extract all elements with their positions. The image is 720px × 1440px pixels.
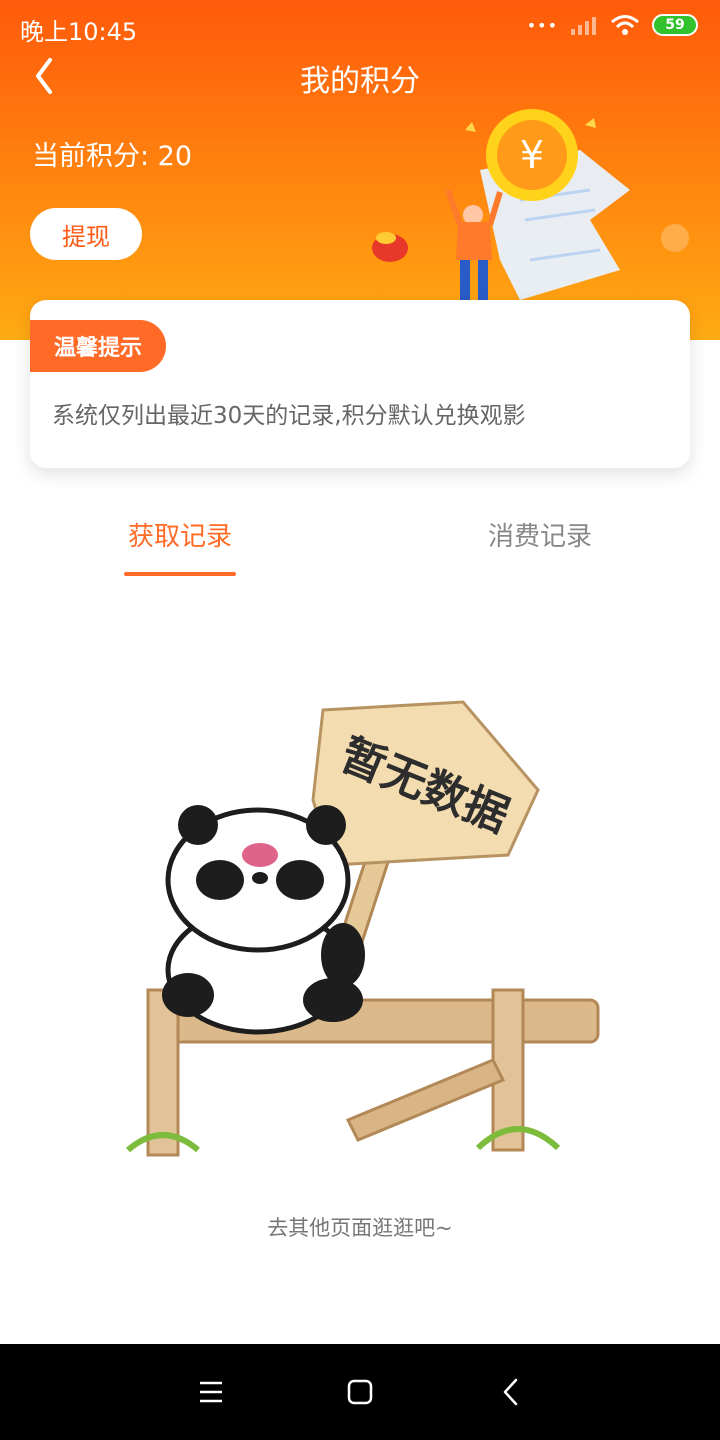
svg-text:¥: ¥	[520, 133, 544, 177]
tab-spend-records[interactable]: 消费记录	[420, 516, 660, 553]
page-title: 我的积分	[300, 64, 420, 99]
notice-badge: 温馨提示	[30, 320, 166, 372]
menu-icon[interactable]	[191, 1372, 231, 1412]
status-dots: •••	[526, 15, 558, 35]
signal-icon	[571, 17, 596, 35]
withdraw-button[interactable]: 提现	[30, 208, 142, 260]
empty-panda-illustration: 暂无数据	[126, 700, 600, 1157]
tab-earn-records[interactable]: 获取记录	[60, 516, 300, 553]
wifi-icon	[611, 15, 639, 35]
status-icons: ••• 59	[527, 14, 698, 36]
tab-active-indicator	[124, 572, 236, 576]
empty-state-message: 去其他页面逛逛吧~	[267, 1216, 453, 1240]
notice-card: 温馨提示 系统仅列出最近30天的记录,积分默认兑换观影	[30, 300, 690, 468]
battery-indicator: 59	[652, 14, 698, 36]
current-points: 当前积分: 20	[32, 141, 193, 172]
nav-back-icon[interactable]	[492, 1372, 532, 1412]
home-square-icon[interactable]	[340, 1372, 380, 1412]
status-bar: 晚上10:45 ••• 59	[0, 0, 720, 52]
record-tabs: 获取记录 消费记录	[0, 500, 720, 580]
notice-text: 系统仅列出最近30天的记录,积分默认兑换观影	[52, 403, 526, 429]
system-navigation-bar	[0, 1344, 720, 1440]
coin-illustration: ¥	[372, 109, 689, 302]
status-time: 晚上10:45	[20, 18, 138, 46]
